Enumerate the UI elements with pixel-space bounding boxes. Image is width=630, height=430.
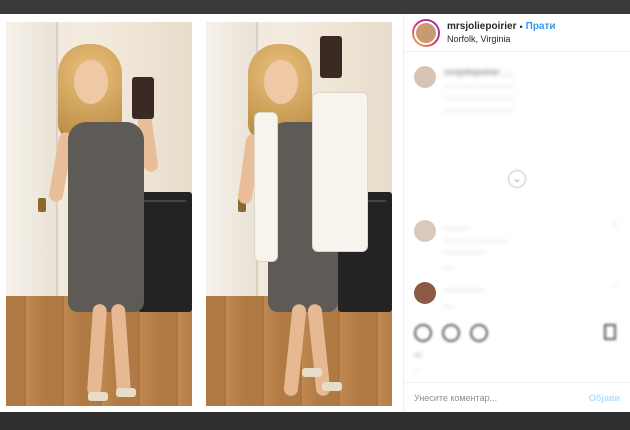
caption-line: mrsjoliepoirier .... — [444, 67, 513, 77]
caption-line: ............................ — [444, 103, 515, 113]
photo-right[interactable] — [206, 22, 392, 406]
chevron-down-icon[interactable]: ⌄ — [508, 170, 526, 188]
phone — [132, 77, 154, 119]
door-knob — [38, 198, 46, 212]
post-sidebar: mrsjoliepoirier • Прати Norfolk, Virgini… — [403, 14, 630, 412]
heart-icon[interactable] — [414, 324, 432, 342]
comment-item: ................ .... ♡ — [414, 282, 620, 310]
suitcase — [138, 192, 192, 312]
top-dark-bar — [0, 0, 630, 14]
comment-line: .......... — [444, 221, 470, 231]
header-meta: mrsjoliepoirier • Прати Norfolk, Virgini… — [447, 21, 556, 44]
caption-line: ............................ — [444, 91, 515, 101]
comment-bar: Објави — [404, 382, 630, 412]
comment-line: ................ — [444, 245, 485, 255]
face — [264, 60, 298, 104]
comment-line: ................ — [444, 283, 485, 293]
username-link[interactable]: mrsjoliepoirier — [447, 21, 516, 32]
comments-section: mrsjoliepoirier .... ...................… — [404, 60, 630, 310]
caption-line: ............................ — [444, 79, 515, 89]
avatar[interactable] — [412, 18, 440, 47]
avatar-image — [414, 20, 438, 45]
comment-text: ................ .... — [444, 282, 602, 310]
comment-line: ......................... — [444, 233, 507, 243]
grey-dress — [68, 122, 144, 312]
caption: mrsjoliepoirier .... ...................… — [414, 66, 620, 114]
comment-meta: .... — [444, 261, 455, 271]
header-row: mrsjoliepoirier • Прати — [447, 21, 556, 32]
follow-button[interactable]: Прати — [526, 21, 556, 32]
photo-door — [6, 22, 58, 322]
post-header: mrsjoliepoirier • Прати Norfolk, Virgini… — [404, 14, 630, 52]
post-date: ... — [414, 364, 421, 373]
face — [74, 60, 108, 104]
bottom-dark-bar — [0, 412, 630, 430]
location-link[interactable]: Norfolk, Virginia — [447, 34, 556, 44]
post-comment-button[interactable]: Објави — [589, 393, 620, 403]
bookmark-icon[interactable] — [604, 324, 616, 340]
comment-meta: .... — [444, 299, 455, 309]
instagram-post: mrsjoliepoirier • Прати Norfolk, Virgini… — [0, 14, 630, 412]
separator-dot: • — [519, 21, 523, 32]
photo-left[interactable] — [6, 22, 192, 406]
caption-text: mrsjoliepoirier .... ...................… — [444, 66, 602, 114]
heart-icon[interactable]: ♡ — [612, 282, 620, 310]
comment-input[interactable] — [414, 392, 589, 403]
phone — [320, 36, 342, 78]
shoe-left — [302, 368, 322, 377]
likes-count[interactable]: ... — [414, 348, 422, 358]
screenshot-frame: mrsjoliepoirier • Прати Norfolk, Virgini… — [0, 0, 630, 430]
post-media[interactable] — [0, 14, 403, 412]
action-bar — [414, 324, 488, 342]
white-vest-right — [312, 92, 368, 252]
heart-icon[interactable]: ♡ — [612, 220, 620, 272]
comment-avatar[interactable] — [414, 282, 436, 304]
white-vest-left — [254, 112, 278, 262]
comment-avatar[interactable] — [414, 220, 436, 242]
comment-item: .......... ......................... ...… — [414, 220, 620, 272]
comment-text: .......... ......................... ...… — [444, 220, 602, 272]
shoe-left — [88, 392, 108, 401]
comment-icon[interactable] — [442, 324, 460, 342]
shoe-right — [322, 382, 342, 391]
caption-avatar[interactable] — [414, 66, 436, 88]
shoe-right — [116, 388, 136, 397]
share-icon[interactable] — [470, 324, 488, 342]
